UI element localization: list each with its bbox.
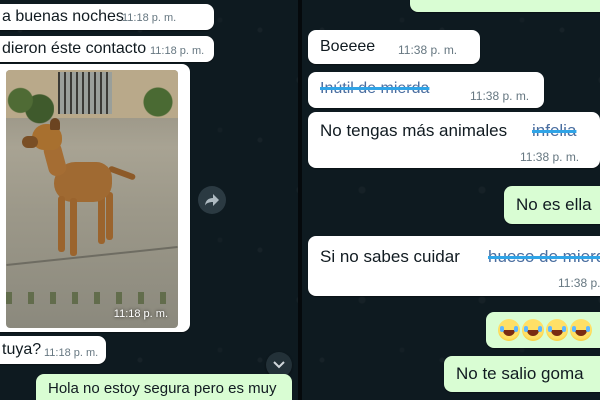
message-bubble-boeeee[interactable]: Boeeee 11:38 p. m. — [308, 30, 480, 64]
laughing-emoji-icon — [570, 319, 592, 341]
photo-plants — [138, 80, 178, 124]
dog-ear — [50, 118, 60, 130]
photo-ground-crack — [6, 246, 178, 266]
message-bubble-buenas-noches[interactable]: a buenas noches 11:18 p. m. — [0, 4, 214, 30]
dog-tail — [107, 165, 137, 181]
message-bubble-top-partial[interactable] — [410, 0, 600, 12]
emoji-row — [498, 319, 592, 341]
dog-leg — [70, 198, 77, 256]
message-bubble-no-es-ella[interactable]: No es ella — [504, 186, 600, 224]
message-text: No te salio goma — [456, 364, 584, 383]
dog-leg — [98, 194, 105, 244]
forward-button[interactable] — [198, 186, 226, 214]
forward-icon — [205, 194, 219, 206]
message-text: Hola no estoy segura pero es muy — [48, 380, 277, 397]
dog-leg — [58, 196, 65, 252]
message-struck-text: Inútil de mierda — [320, 80, 430, 97]
message-text: dieron éste contacto — [2, 40, 147, 57]
left-chat-panel: a buenas noches 11:18 p. m. dieron éste … — [0, 0, 298, 400]
message-time: 11:38 p. m. — [398, 43, 458, 57]
message-bubble-contacto[interactable]: dieron éste contacto 11:18 p. m. — [0, 36, 214, 62]
message-text: tuya? — [2, 341, 42, 358]
message-time: 11:38 p. m. — [470, 89, 530, 103]
message-bubble-animales[interactable]: No tengas más animales infelia 11:38 p. … — [308, 112, 600, 168]
message-bubble-cuidar[interactable]: Si no sabes cuidar hueso de mierd 11:38 … — [308, 236, 600, 296]
message-time: 11:18 p. m. — [44, 347, 99, 359]
chevron-down-icon — [273, 361, 285, 369]
message-bubble-tuya[interactable]: tuya? 11:18 p. m. — [0, 336, 106, 364]
message-bubble-emoji[interactable] — [486, 312, 600, 348]
message-text: No tengas más animales — [320, 121, 508, 140]
dog-photo[interactable]: 11:18 p. m. — [6, 70, 178, 328]
message-bubble-hola[interactable]: Hola no estoy segura pero es muy — [36, 374, 292, 400]
photo-weeds — [6, 292, 178, 304]
message-text: No es ella — [516, 195, 592, 214]
photo-gate — [58, 72, 112, 114]
message-struck-text: infelia — [532, 121, 577, 140]
message-text: a buenas noches — [2, 8, 124, 25]
message-time: 11:18 p. m. — [122, 12, 177, 24]
photo-time: 11:18 p. m. — [113, 308, 168, 320]
photo-message[interactable]: 11:18 p. m. — [0, 64, 190, 332]
right-chat-panel: Boeeee 11:38 p. m. Inútil de mierda 11:3… — [302, 0, 600, 400]
message-struck-text: hueso de mierd — [488, 247, 600, 266]
message-time: 11:38 p. — [558, 276, 600, 290]
message-bubble-insult[interactable]: Inútil de mierda 11:38 p. m. — [308, 72, 544, 108]
dog-leg — [106, 192, 113, 240]
message-text: Si no sabes cuidar — [320, 247, 460, 266]
message-time: 11:38 p. m. — [520, 150, 580, 164]
laughing-emoji-icon — [498, 319, 520, 341]
laughing-emoji-icon — [522, 319, 544, 341]
message-bubble-goma[interactable]: No te salio goma — [444, 356, 600, 392]
laughing-emoji-icon — [546, 319, 568, 341]
message-text: Boeeee — [320, 38, 376, 55]
message-time: 11:18 p. m. — [150, 45, 205, 57]
dog-snout — [22, 136, 38, 148]
